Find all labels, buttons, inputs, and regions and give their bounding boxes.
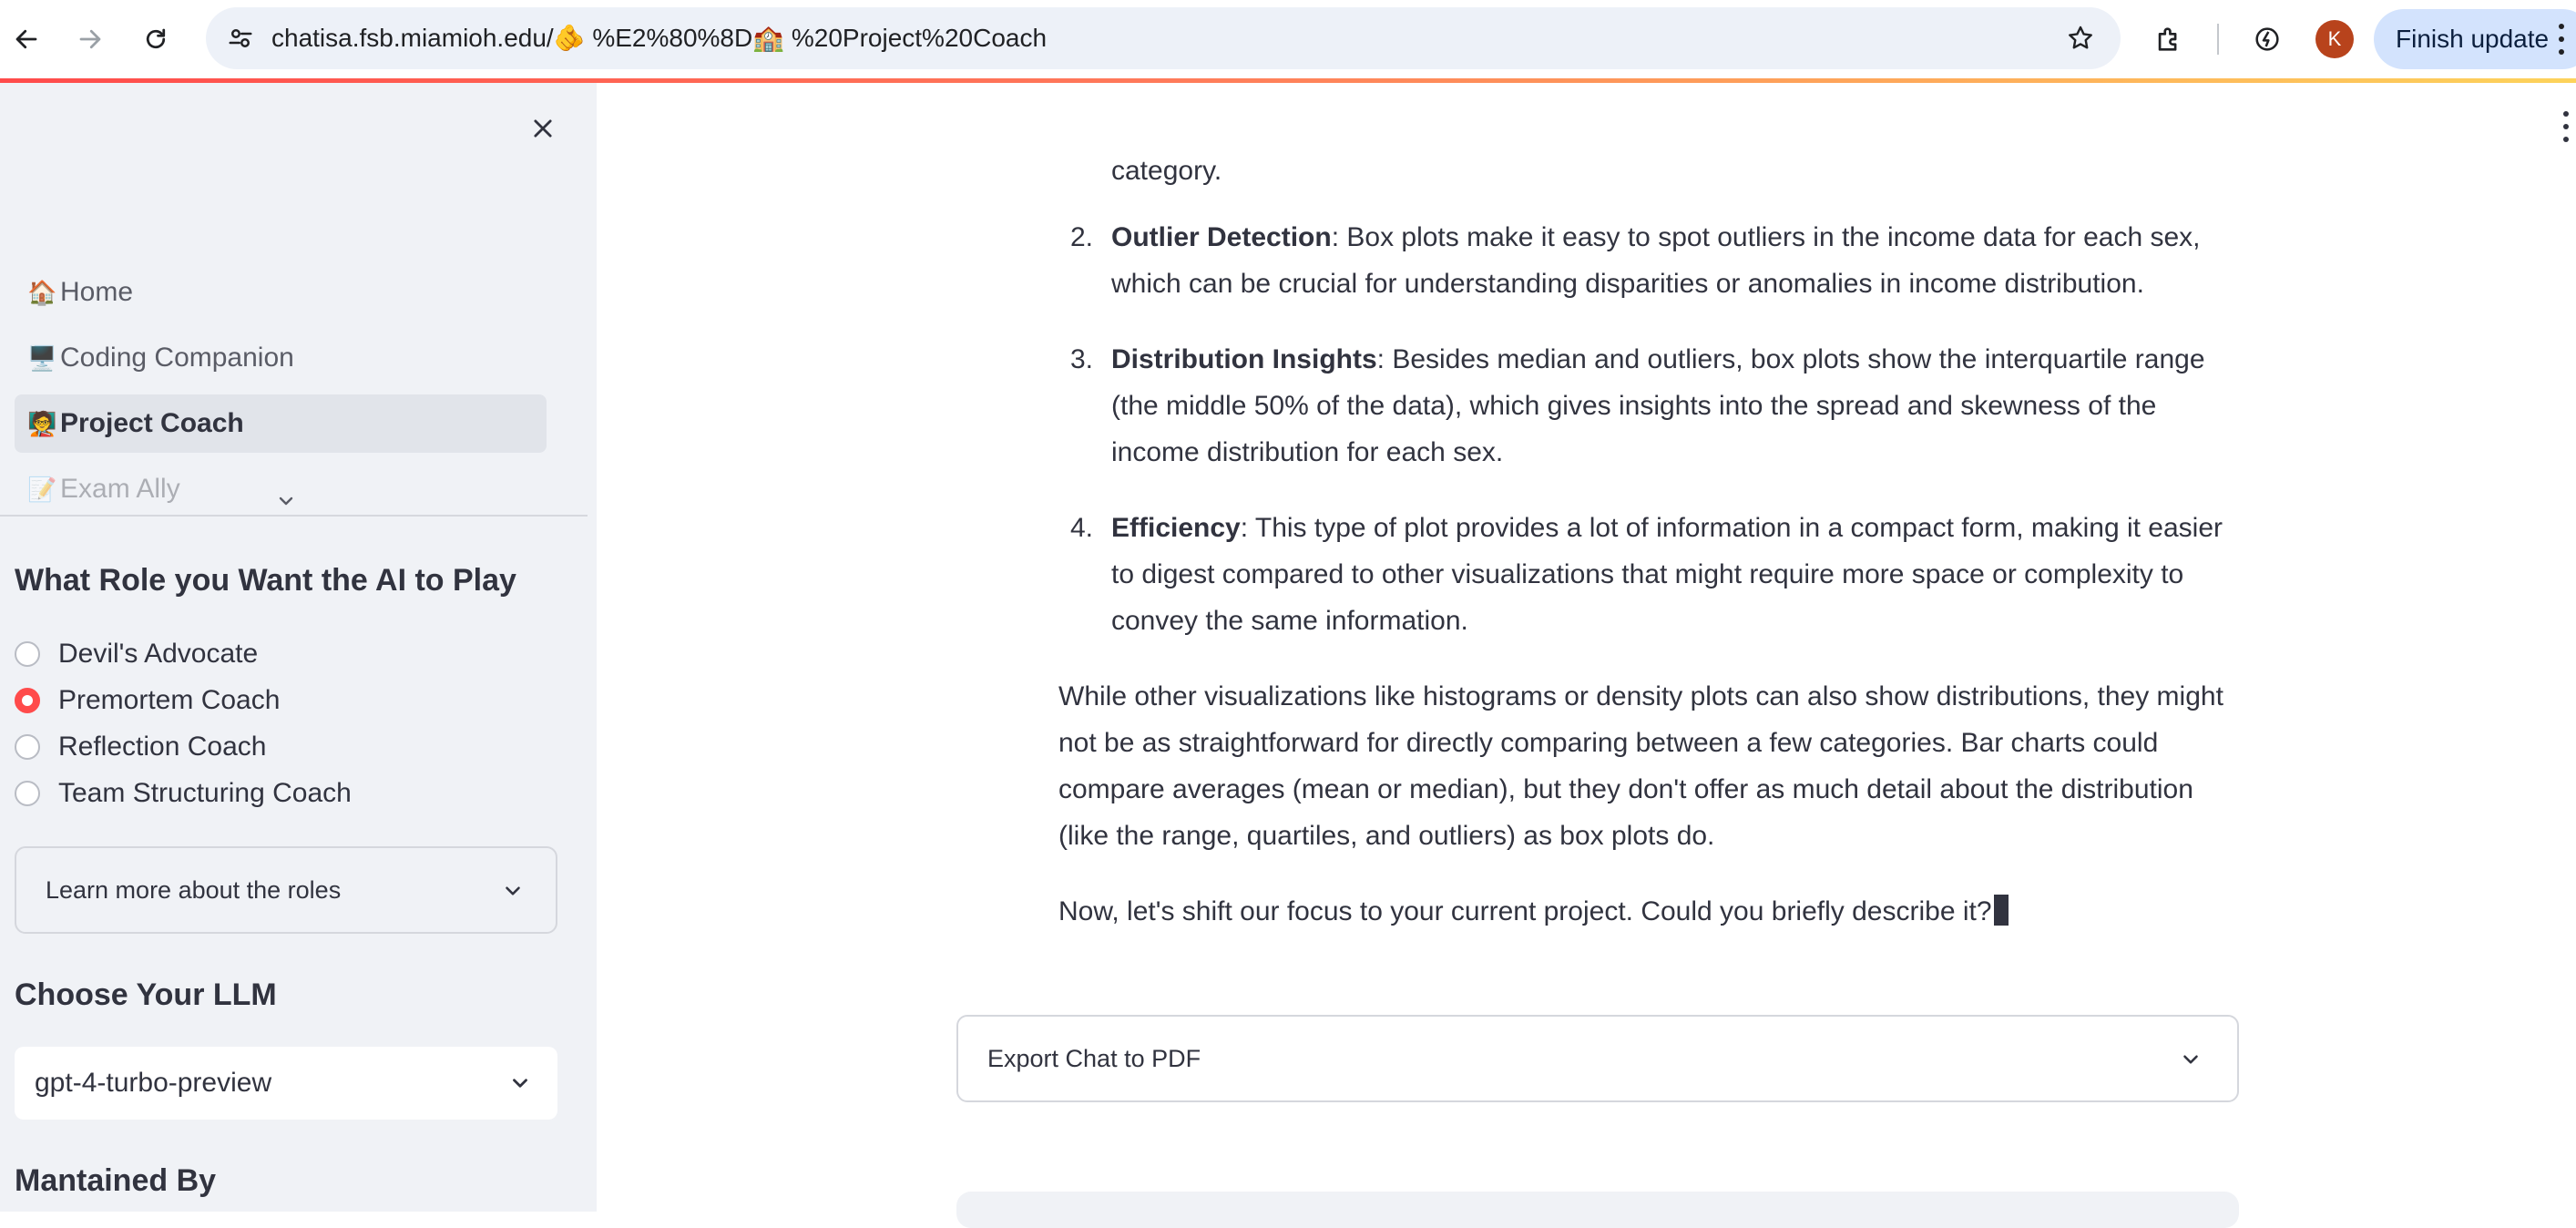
chevron-down-icon[interactable] xyxy=(275,490,297,512)
list-number: 2. xyxy=(1069,222,1093,252)
chat-input-top[interactable] xyxy=(956,1192,2239,1228)
list-item-heading: Efficiency xyxy=(1111,513,1241,543)
sidebar-item-label: Project Coach xyxy=(60,408,244,438)
message-fragment: category. xyxy=(1111,156,1222,186)
radio-label: Team Structuring Coach xyxy=(58,778,352,808)
sidebar-item-coding-companion[interactable]: 🖥️ Coding Companion xyxy=(15,329,547,387)
sidebar-item-label: Exam Ally xyxy=(60,474,180,504)
list-item: 3. Distribution Insights: Besides median… xyxy=(1058,336,2243,476)
assistant-message: category. 2. Outlier Detection: Box plot… xyxy=(1058,148,2243,935)
message-paragraph: While other visualizations like histogra… xyxy=(1058,681,2223,851)
typing-cursor xyxy=(1993,895,2009,926)
computer-icon: 🖥️ xyxy=(27,344,57,372)
radio-circle[interactable] xyxy=(15,734,40,760)
forward-arrow-icon[interactable] xyxy=(67,16,113,62)
radio-circle[interactable] xyxy=(15,641,40,667)
list-item: 4. Efficiency: This type of plot provide… xyxy=(1058,505,2243,644)
memo-icon: 📝 xyxy=(27,476,57,503)
finish-update-button[interactable]: Finish update xyxy=(2374,9,2576,69)
role-section-title: What Role you Want the AI to Play xyxy=(15,563,516,598)
list-number: 4. xyxy=(1069,513,1093,543)
address-bar[interactable]: chatisa.fsb.miamioh.edu/🫵 %E2%80%8D🏫 %20… xyxy=(206,7,2121,69)
browser-toolbar: chatisa.fsb.miamioh.edu/🫵 %E2%80%8D🏫 %20… xyxy=(0,0,2576,78)
main-menu-icon[interactable] xyxy=(2561,111,2571,142)
reload-icon[interactable] xyxy=(133,16,179,62)
toolbar-divider xyxy=(2217,24,2219,55)
sidebar-item-home[interactable]: 🏠 Home xyxy=(15,263,547,322)
message-question: Now, let's shift our focus to your curre… xyxy=(1058,888,2243,935)
export-pdf-expander[interactable]: Export Chat to PDF xyxy=(956,1015,2239,1102)
site-settings-icon[interactable] xyxy=(224,22,257,55)
radio-label: Reflection Coach xyxy=(58,732,267,762)
chevron-down-icon xyxy=(501,879,525,903)
maintained-by-title: Mantained By xyxy=(15,1163,217,1198)
chevron-down-icon xyxy=(508,1071,532,1095)
close-icon[interactable] xyxy=(526,112,559,145)
radio-label: Devil's Advocate xyxy=(58,639,259,669)
radio-label: Premortem Coach xyxy=(58,685,281,715)
teacher-icon: 🧑‍🏫 xyxy=(27,410,57,437)
export-label: Export Chat to PDF xyxy=(987,1045,1201,1072)
radio-circle[interactable] xyxy=(15,781,40,806)
learn-more-expander[interactable]: Learn more about the roles xyxy=(15,846,557,934)
sidebar-item-project-coach[interactable]: 🧑‍🏫 Project Coach xyxy=(15,394,547,453)
list-number: 3. xyxy=(1069,344,1093,374)
llm-section-title: Choose Your LLM xyxy=(15,977,277,1012)
list-item: 2. Outlier Detection: Box plots make it … xyxy=(1058,214,2243,307)
back-arrow-icon[interactable] xyxy=(4,16,49,62)
llm-select[interactable]: gpt-4-turbo-preview xyxy=(15,1047,557,1120)
expander-label: Learn more about the roles xyxy=(46,876,342,904)
question-text: Now, let's shift our focus to your curre… xyxy=(1058,896,1992,926)
sidebar-item-label: Home xyxy=(60,277,134,307)
list-item-text: : This type of plot provides a lot of in… xyxy=(1111,513,2223,636)
star-icon[interactable] xyxy=(2062,20,2099,56)
radio-circle-selected[interactable] xyxy=(15,688,40,713)
radio-premortem-coach[interactable]: Premortem Coach xyxy=(15,681,280,721)
url-text[interactable]: chatisa.fsb.miamioh.edu/🫵 %E2%80%8D🏫 %20… xyxy=(271,7,1047,69)
performance-icon[interactable] xyxy=(2244,16,2290,62)
list-item-heading: Distribution Insights xyxy=(1111,344,1377,374)
radio-reflection-coach[interactable]: Reflection Coach xyxy=(15,727,266,767)
sidebar-divider xyxy=(0,515,588,517)
list-item-heading: Outlier Detection xyxy=(1111,222,1332,252)
sidebar: 🏠 Home 🖥️ Coding Companion 🧑‍🏫 Project Coac… xyxy=(0,83,597,1212)
chevron-down-icon xyxy=(2179,1048,2203,1071)
llm-selected-value: gpt-4-turbo-preview xyxy=(35,1068,272,1098)
sidebar-item-label: Coding Companion xyxy=(60,343,294,373)
radio-team-structuring-coach[interactable]: Team Structuring Coach xyxy=(15,773,352,814)
profile-avatar[interactable]: K xyxy=(2315,20,2354,58)
kebab-menu-icon[interactable] xyxy=(2556,20,2567,58)
extensions-icon[interactable] xyxy=(2146,16,2192,62)
radio-devils-advocate[interactable]: Devil's Advocate xyxy=(15,634,258,674)
home-icon: 🏠 xyxy=(27,279,57,306)
